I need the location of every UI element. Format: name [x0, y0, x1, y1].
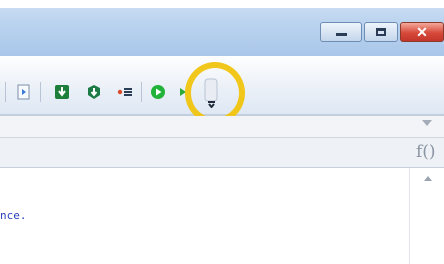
scroll-up-icon[interactable]: [424, 176, 432, 181]
document-arrow-icon[interactable]: [16, 84, 32, 100]
maximize-icon: [376, 28, 386, 36]
formula-bar: [0, 138, 444, 168]
maximize-button[interactable]: [364, 22, 398, 42]
minimize-button[interactable]: [320, 22, 362, 42]
expression-bar: [0, 116, 444, 138]
chevron-down-icon[interactable]: [422, 120, 432, 126]
download-green-icon[interactable]: [54, 84, 70, 100]
function-label[interactable]: f(): [416, 142, 436, 162]
minimize-icon: [336, 33, 347, 36]
editor-margin-line: [409, 168, 410, 264]
highlight-ring: [185, 62, 245, 124]
code-line: nce.: [0, 209, 27, 222]
close-button[interactable]: ✕: [400, 22, 444, 42]
breakpoint-list-icon[interactable]: [117, 84, 133, 100]
shield-down-icon[interactable]: [86, 84, 102, 100]
close-icon: ✕: [416, 24, 428, 40]
play-circle-icon[interactable]: [150, 84, 166, 100]
toolbar-separator: [141, 82, 142, 102]
toolbar-separator: [5, 82, 6, 102]
toolbar-separator: [40, 82, 41, 102]
code-editor[interactable]: [0, 168, 444, 264]
